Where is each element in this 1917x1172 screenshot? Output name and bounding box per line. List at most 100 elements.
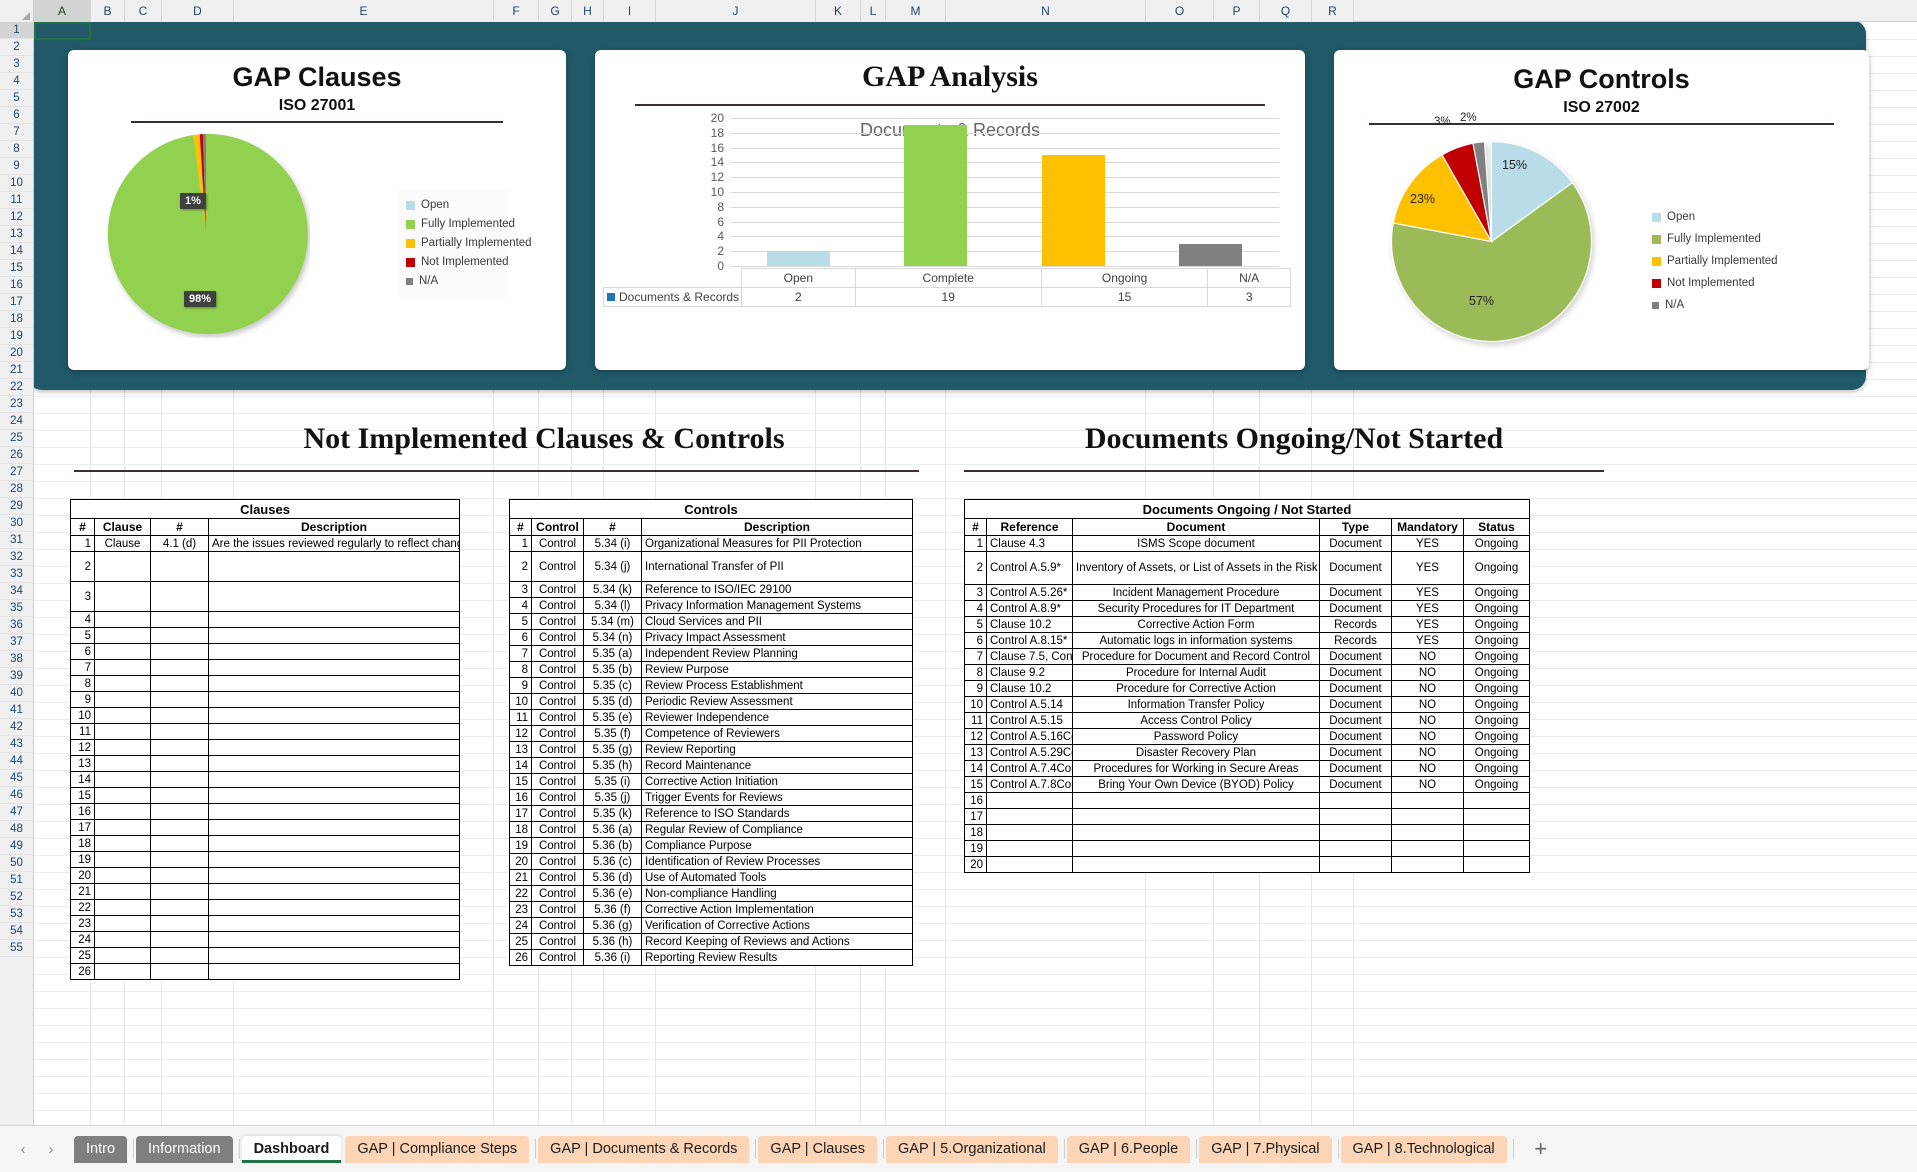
documents-cell-5[interactable]: Ongoing <box>1463 697 1529 713</box>
table-row[interactable]: 9 <box>71 692 460 708</box>
controls-cell-0[interactable]: 26 <box>510 950 532 966</box>
clauses-cell-1[interactable] <box>95 644 151 660</box>
controls-cell-1[interactable]: Control <box>532 950 584 966</box>
table-row[interactable]: 10Control A.5.14Information Transfer Pol… <box>965 697 1530 713</box>
table-row[interactable]: 8 <box>71 676 460 692</box>
row-header-31[interactable]: 31 <box>0 532 33 549</box>
clauses-cell-0[interactable]: 17 <box>71 820 95 836</box>
clauses-cell-2[interactable] <box>151 884 209 900</box>
controls-cell-1[interactable]: Control <box>532 582 584 598</box>
documents-cell-0[interactable]: 16 <box>965 793 987 809</box>
documents-cell-5[interactable] <box>1463 793 1529 809</box>
clauses-cell-3[interactable] <box>209 740 460 756</box>
column-header-k[interactable]: K <box>816 0 861 22</box>
controls-cell-0[interactable]: 12 <box>510 726 532 742</box>
controls-cell-2[interactable]: 5.35 (a) <box>584 646 642 662</box>
table-row[interactable]: 24 <box>71 932 460 948</box>
controls-cell-2[interactable]: 5.36 (b) <box>584 838 642 854</box>
clauses-cell-0[interactable]: 7 <box>71 660 95 676</box>
column-header-b[interactable]: B <box>91 0 125 22</box>
table-row[interactable]: 6Control5.34 (n)Privacy Impact Assessmen… <box>510 630 913 646</box>
documents-cell-3[interactable]: Records <box>1319 633 1391 649</box>
table-row[interactable]: 11 <box>71 724 460 740</box>
clauses-cell-3[interactable] <box>209 552 460 582</box>
clauses-cell-3[interactable] <box>209 708 460 724</box>
table-row[interactable]: 17 <box>965 809 1530 825</box>
clauses-cell-1[interactable] <box>95 804 151 820</box>
clauses-cell-2[interactable] <box>151 948 209 964</box>
row-header-52[interactable]: 52 <box>0 889 33 906</box>
documents-cell-3[interactable]: Document <box>1319 681 1391 697</box>
row-header-40[interactable]: 40 <box>0 685 33 702</box>
documents-cell-2[interactable] <box>1073 825 1320 841</box>
documents-cell-4[interactable] <box>1391 809 1463 825</box>
clauses-cell-3[interactable] <box>209 884 460 900</box>
table-row[interactable]: 13Control5.35 (g)Review Reporting <box>510 742 913 758</box>
clauses-cell-2[interactable]: 4.1 (d) <box>151 536 209 552</box>
documents-cell-2[interactable] <box>1073 809 1320 825</box>
table-row[interactable]: 5 <box>71 628 460 644</box>
documents-cell-1[interactable] <box>987 841 1073 857</box>
table-row[interactable]: 2Control A.5.9*Inventory of Assets, or L… <box>965 552 1530 585</box>
documents-cell-5[interactable]: Ongoing <box>1463 761 1529 777</box>
controls-cell-2[interactable]: 5.35 (g) <box>584 742 642 758</box>
controls-cell-0[interactable]: 21 <box>510 870 532 886</box>
table-row[interactable]: 7 <box>71 660 460 676</box>
documents-cell-3[interactable]: Document <box>1319 713 1391 729</box>
table-row[interactable]: 12Control A.5.16CoPassword PolicyDocumen… <box>965 729 1530 745</box>
controls-cell-1[interactable]: Control <box>532 870 584 886</box>
documents-cell-3[interactable]: Document <box>1319 649 1391 665</box>
documents-cell-3[interactable]: Document <box>1319 777 1391 793</box>
table-row[interactable]: 2 <box>71 552 460 582</box>
clauses-cell-1[interactable] <box>95 900 151 916</box>
controls-cell-3[interactable]: Privacy Information Management Systems <box>642 598 913 614</box>
clauses-cell-1[interactable] <box>95 948 151 964</box>
clauses-cell-2[interactable] <box>151 916 209 932</box>
table-row[interactable]: 19 <box>965 841 1530 857</box>
clauses-cell-2[interactable] <box>151 644 209 660</box>
column-header-i[interactable]: I <box>604 0 656 22</box>
clauses-cell-3[interactable] <box>209 772 460 788</box>
column-header-o[interactable]: O <box>1146 0 1214 22</box>
documents-cell-5[interactable]: Ongoing <box>1463 745 1529 761</box>
clauses-cell-2[interactable] <box>151 836 209 852</box>
column-header-l[interactable]: L <box>861 0 886 22</box>
clauses-cell-2[interactable] <box>151 552 209 582</box>
documents-cell-0[interactable]: 18 <box>965 825 987 841</box>
table-row[interactable]: 2Control5.34 (j)International Transfer o… <box>510 552 913 582</box>
documents-cell-0[interactable]: 14 <box>965 761 987 777</box>
controls-cell-2[interactable]: 5.36 (a) <box>584 822 642 838</box>
controls-cell-0[interactable]: 14 <box>510 758 532 774</box>
controls-cell-3[interactable]: Verification of Corrective Actions <box>642 918 913 934</box>
documents-cell-4[interactable] <box>1391 793 1463 809</box>
clauses-cell-3[interactable] <box>209 932 460 948</box>
documents-cell-0[interactable]: 17 <box>965 809 987 825</box>
controls-cell-1[interactable]: Control <box>532 742 584 758</box>
clauses-cell-2[interactable] <box>151 628 209 644</box>
controls-cell-0[interactable]: 6 <box>510 630 532 646</box>
next-sheet-button[interactable]: › <box>38 1136 64 1162</box>
documents-cell-5[interactable]: Ongoing <box>1463 665 1529 681</box>
row-header-42[interactable]: 42 <box>0 719 33 736</box>
clauses-cell-1[interactable] <box>95 868 151 884</box>
clauses-cell-1[interactable] <box>95 932 151 948</box>
documents-cell-3[interactable]: Document <box>1319 745 1391 761</box>
row-header-38[interactable]: 38 <box>0 651 33 668</box>
documents-cell-0[interactable]: 8 <box>965 665 987 681</box>
documents-cell-2[interactable]: Disaster Recovery Plan <box>1073 745 1320 761</box>
documents-cell-5[interactable]: Ongoing <box>1463 601 1529 617</box>
clauses-cell-3[interactable] <box>209 612 460 628</box>
clauses-cell-3[interactable] <box>209 756 460 772</box>
documents-cell-3[interactable]: Document <box>1319 665 1391 681</box>
row-header-30[interactable]: 30 <box>0 515 33 532</box>
controls-cell-2[interactable]: 5.35 (c) <box>584 678 642 694</box>
documents-cell-5[interactable]: Ongoing <box>1463 585 1529 601</box>
controls-cell-1[interactable]: Control <box>532 902 584 918</box>
documents-cell-5[interactable] <box>1463 857 1529 873</box>
documents-cell-1[interactable]: Control A.5.15 <box>987 713 1073 729</box>
controls-cell-1[interactable]: Control <box>532 552 584 582</box>
table-row[interactable]: 5Clause 10.2Corrective Action FormRecord… <box>965 617 1530 633</box>
row-header-4[interactable]: 4 <box>0 73 33 90</box>
clauses-cell-3[interactable] <box>209 628 460 644</box>
table-row[interactable]: 22Control5.36 (e)Non-compliance Handling <box>510 886 913 902</box>
